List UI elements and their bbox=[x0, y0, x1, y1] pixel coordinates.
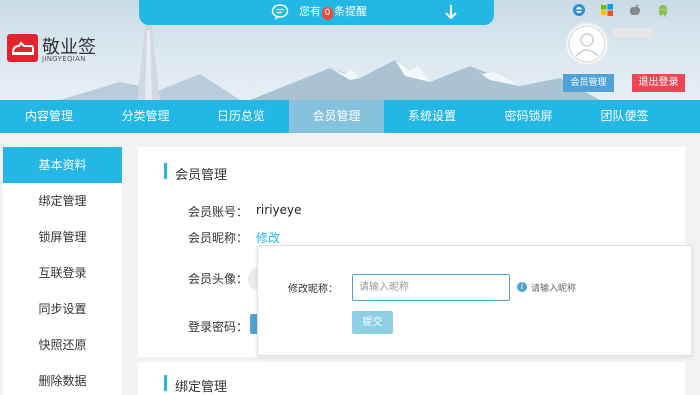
binding-panel: 绑定管理 bbox=[138, 362, 685, 395]
submit-button[interactable]: 提交 bbox=[352, 311, 393, 334]
logo bbox=[7, 34, 38, 62]
sidebar: 基本资料 绑定管理 锁屏管理 互联登录 同步设置 快照还原 删除数据 bbox=[3, 147, 122, 395]
avatar-label: 会员头像： bbox=[188, 272, 249, 286]
binding-section-title: 绑定管理 bbox=[175, 380, 228, 395]
sidebar-item-lock[interactable]: 锁屏管理 bbox=[3, 219, 122, 255]
user-icon bbox=[568, 25, 606, 63]
nav-item-lockscreen[interactable]: 密码锁屏 bbox=[480, 100, 577, 133]
nav-item-settings[interactable]: 系统设置 bbox=[384, 100, 480, 133]
nav-item-content[interactable]: 内容管理 bbox=[0, 100, 98, 133]
notification-count: 0 bbox=[322, 7, 333, 20]
sidebar-item-profile[interactable]: 基本资料 bbox=[3, 147, 122, 183]
apple-icon[interactable] bbox=[628, 3, 642, 17]
edit-nickname-popup: 修改昵称： i 请输入昵称 提交 bbox=[257, 245, 692, 356]
member-management-button[interactable]: 会员管理 bbox=[563, 74, 614, 92]
account-value: ririyeye bbox=[256, 203, 302, 217]
nav-item-category[interactable]: 分类管理 bbox=[98, 100, 193, 133]
section-marker bbox=[164, 375, 167, 391]
sidebar-item-snapshot[interactable]: 快照还原 bbox=[3, 327, 122, 363]
nickname-edit-link[interactable]: 修改 bbox=[256, 229, 280, 246]
notification-prefix: 您有 bbox=[299, 5, 321, 18]
nav-item-team-notes[interactable]: 团队便签 bbox=[577, 100, 672, 133]
nav-item-calendar[interactable]: 日历总览 bbox=[193, 100, 289, 133]
sidebar-item-sync[interactable]: 同步设置 bbox=[3, 291, 122, 327]
nickname-hint: 请输入昵称 bbox=[531, 284, 577, 294]
ie-icon[interactable] bbox=[572, 3, 586, 17]
main-nav: 内容管理 分类管理 日历总览 会员管理 系统设置 密码锁屏 团队便签 bbox=[0, 100, 700, 133]
account-label: 会员账号： bbox=[188, 205, 249, 219]
nickname-label: 会员昵称： bbox=[188, 231, 249, 245]
password-label: 登录密码： bbox=[188, 320, 249, 334]
logout-button[interactable]: 退出登录 bbox=[632, 74, 685, 92]
notification-bar[interactable]: 您有 0 条提醒 bbox=[139, 0, 494, 25]
username-redacted bbox=[613, 28, 653, 38]
user-avatar[interactable] bbox=[565, 22, 609, 66]
nickname-input[interactable] bbox=[352, 274, 510, 301]
header: 您有 0 条提醒 敬业签 JINGYEQIAN 会员管理 退出登录 bbox=[0, 0, 700, 100]
sidebar-item-delete-data[interactable]: 删除数据 bbox=[3, 363, 122, 395]
nav-item-member[interactable]: 会员管理 bbox=[289, 100, 384, 133]
section-marker bbox=[164, 163, 167, 179]
logo-icon bbox=[11, 41, 34, 55]
android-icon[interactable] bbox=[656, 3, 670, 17]
sidebar-item-connected-login[interactable]: 互联登录 bbox=[3, 255, 122, 291]
popup-label: 修改昵称： bbox=[288, 284, 338, 295]
sidebar-item-binding[interactable]: 绑定管理 bbox=[3, 183, 122, 219]
notification-suffix: 条提醒 bbox=[334, 5, 367, 18]
brand-subtitle: JINGYEQIAN bbox=[42, 55, 86, 63]
notification-text: 您有 0 条提醒 bbox=[299, 5, 367, 20]
chat-icon bbox=[271, 4, 289, 20]
windows-icon[interactable] bbox=[600, 3, 614, 17]
arrow-down-icon[interactable] bbox=[444, 4, 458, 20]
section-title: 会员管理 bbox=[175, 168, 228, 183]
info-icon: i bbox=[517, 282, 527, 292]
